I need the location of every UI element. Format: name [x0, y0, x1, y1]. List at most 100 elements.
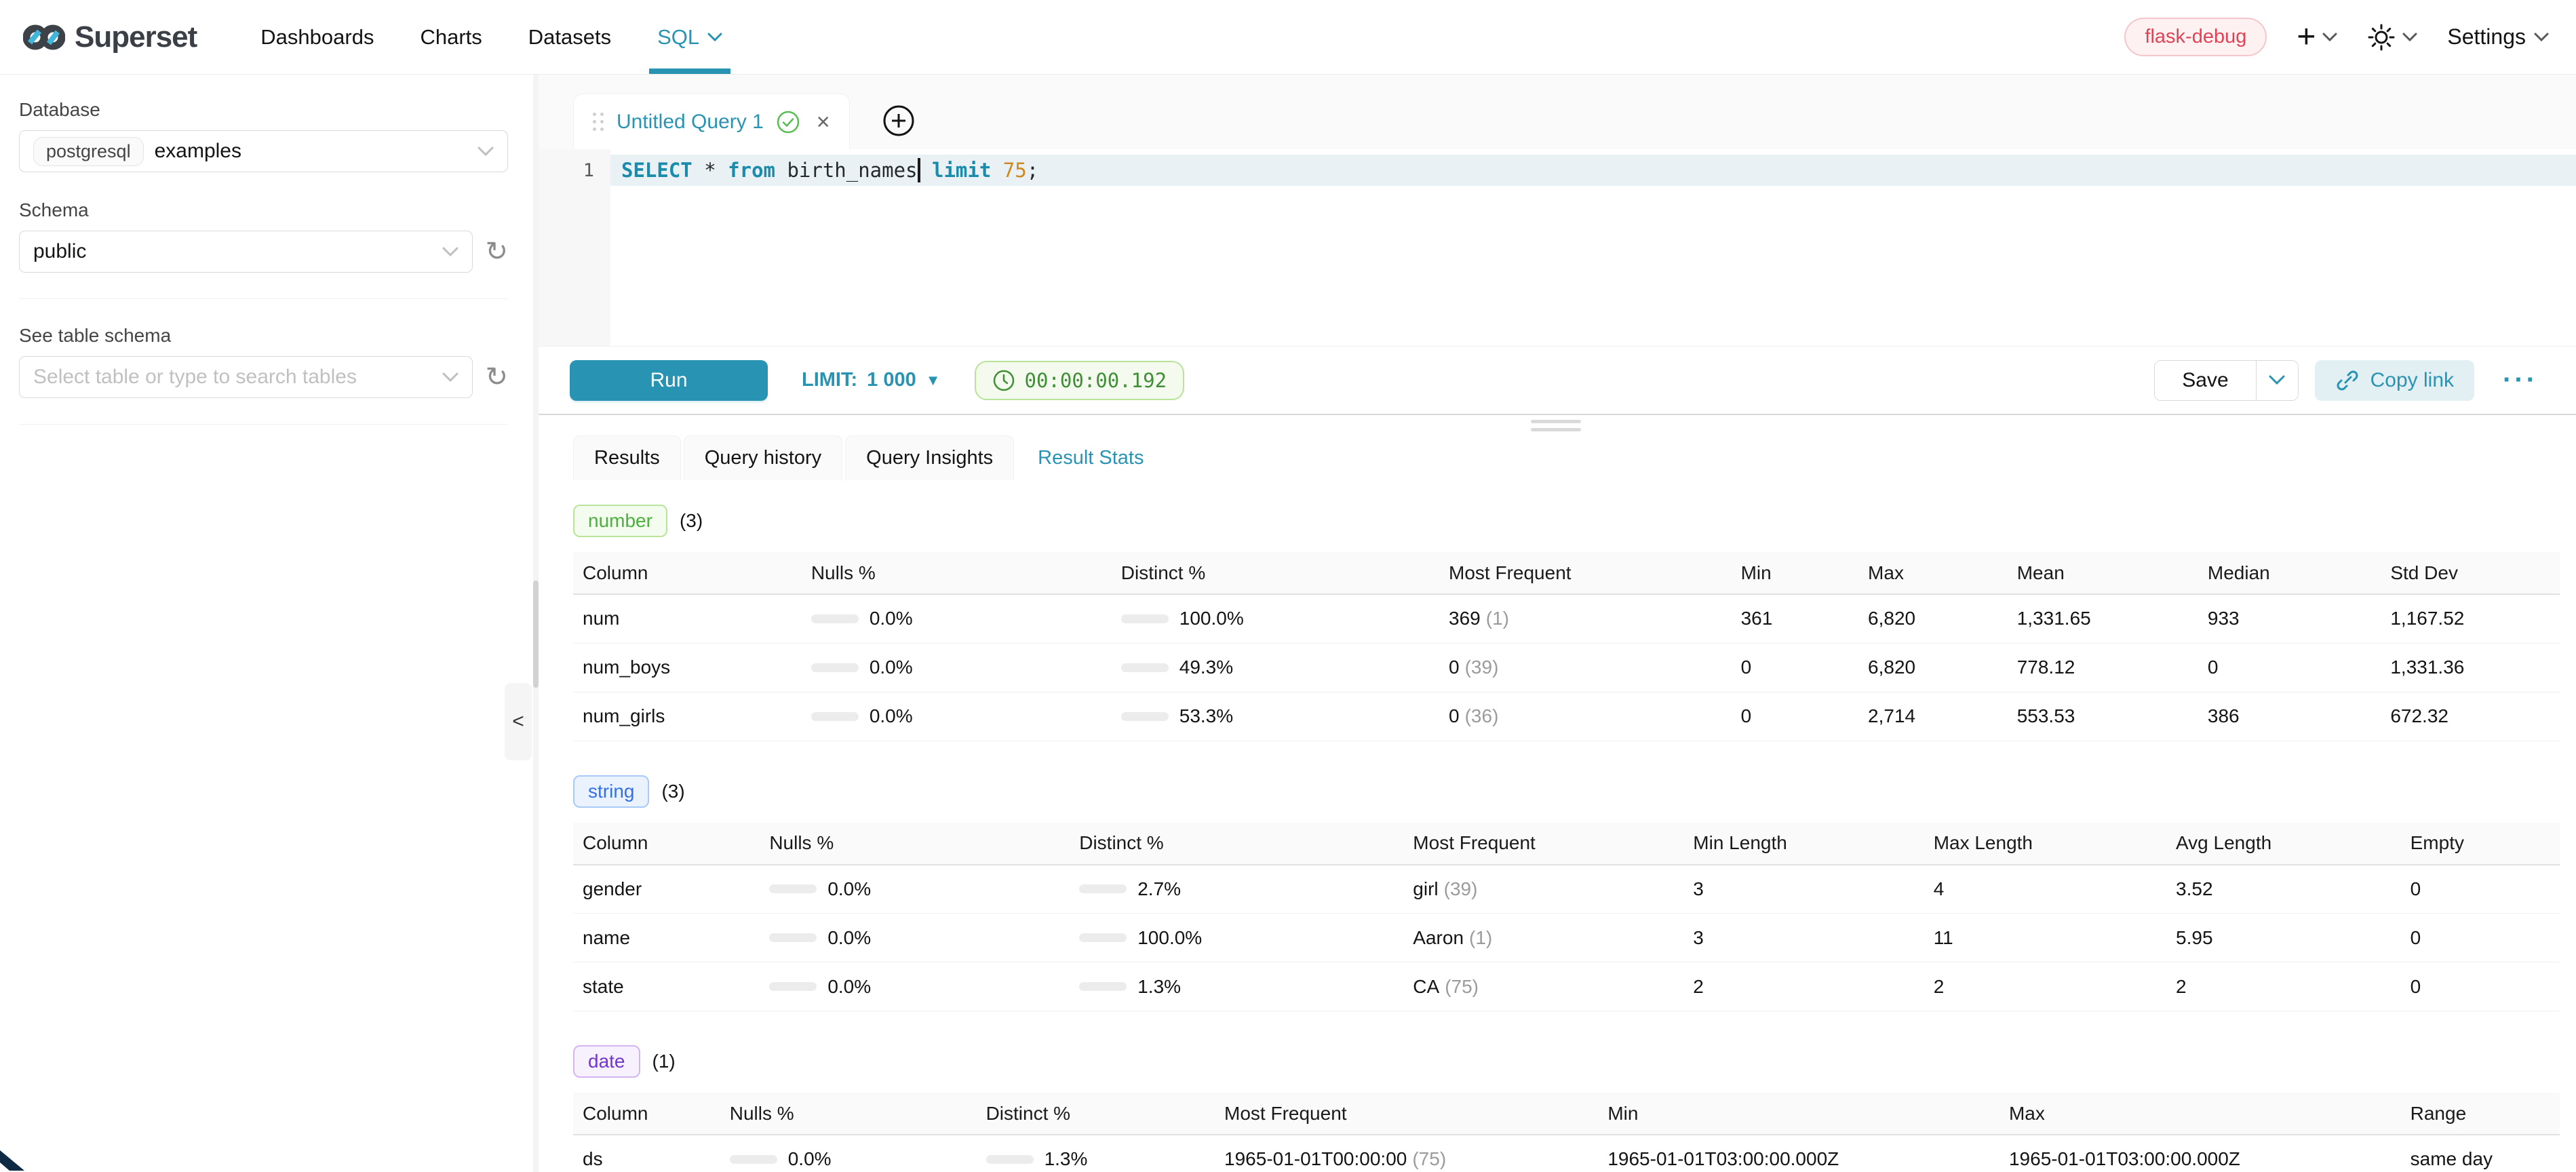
superset-brand[interactable]: Superset	[23, 20, 197, 54]
column-header: Max Length	[1924, 823, 2166, 865]
column-count: (1)	[652, 1051, 676, 1072]
close-tab-icon[interactable]: ×	[817, 111, 830, 134]
percent-value: 49.3%	[1179, 657, 1233, 678]
result-tabs: ResultsQuery historyQuery InsightsResult…	[536, 435, 2576, 480]
code-token: birth_names	[775, 159, 918, 182]
schema-select[interactable]: public	[19, 231, 473, 273]
refresh-tables-icon[interactable]: ↻	[485, 364, 508, 391]
stat-cell: 1965-01-01T03:00:00.000Z	[1598, 1135, 1999, 1172]
nav-item-label: SQL	[657, 25, 699, 50]
code-token: from	[728, 159, 775, 182]
stats-section-date: date(1)ColumnNulls %Distinct %Most Frequ…	[573, 1045, 2560, 1172]
scrollbar-thumb[interactable]	[533, 581, 539, 688]
cell-value: 369	[1449, 608, 1481, 629]
navbar: Superset DashboardsChartsDatasetsSQL fla…	[0, 0, 2576, 75]
stat-cell: 386	[2198, 692, 2381, 741]
code-token	[920, 159, 932, 182]
nav-item-sql[interactable]: SQL	[634, 0, 745, 74]
stat-cell: 100.0%	[1070, 914, 1403, 962]
percent-value: 0.0%	[827, 878, 871, 900]
sql-editor[interactable]: 1 SELECT * from birth_names limit 75;	[536, 149, 2576, 346]
timer-value: 00:00:00.192	[1025, 369, 1167, 392]
clock-icon	[992, 369, 1015, 392]
limit-dropdown[interactable]: LIMIT: 1 000 ▼	[802, 369, 941, 391]
run-button[interactable]: Run	[570, 360, 768, 401]
sql-code-line[interactable]: SELECT * from birth_names limit 75;	[621, 155, 1038, 186]
table-header-row: ColumnNulls %Distinct %Most FrequentMin …	[573, 823, 2560, 865]
save-options-button[interactable]	[2256, 361, 2298, 400]
result-stats-panel: number(3)ColumnNulls %Distinct %Most Fre…	[536, 480, 2576, 1172]
stat-cell: 1,167.52	[2381, 594, 2560, 643]
result-tab-result-stats[interactable]: Result Stats	[1017, 435, 1165, 480]
cell-value: state	[583, 976, 624, 997]
caret-down-icon: ▼	[926, 372, 941, 389]
result-tab-results[interactable]: Results	[573, 435, 681, 480]
more-actions-button[interactable]: ···	[2503, 365, 2538, 395]
refresh-schema-icon[interactable]: ↻	[485, 238, 508, 265]
stat-cell: 2,714	[1858, 692, 2008, 741]
cell-value: 0	[1449, 705, 1460, 726]
stat-cell: 553.53	[2008, 692, 2198, 741]
drag-handle-icon[interactable]	[593, 113, 604, 132]
stat-cell: 778.12	[2008, 643, 2198, 692]
chevron-down-icon	[477, 146, 494, 157]
table-select-input[interactable]	[33, 366, 431, 389]
cell-value: 5.95	[2176, 927, 2213, 948]
type-badge-date: date	[573, 1045, 640, 1078]
column-header: Avg Length	[2166, 823, 2401, 865]
check-circle-icon	[776, 110, 800, 134]
copy-link-button[interactable]: Copy link	[2315, 360, 2474, 401]
result-tab-query-history[interactable]: Query history	[684, 435, 842, 480]
sidebar-divider	[19, 298, 508, 299]
query-tab[interactable]: Untitled Query 1 ×	[573, 94, 850, 149]
percent-bar	[1079, 933, 1127, 942]
stat-cell: 361	[1732, 594, 1858, 643]
panel-resize-handle[interactable]	[536, 415, 2576, 435]
percent-value: 100.0%	[1137, 927, 1202, 949]
nav-items: Dashboards Charts Datasets SQL	[237, 0, 745, 74]
stat-cell: 933	[2198, 594, 2381, 643]
type-badge-number: number	[573, 505, 667, 537]
stats-table-number: ColumnNulls %Distinct %Most FrequentMinM…	[573, 552, 2560, 741]
column-header: Max	[1858, 552, 2008, 594]
percent-bar	[769, 884, 817, 893]
percent-bar	[769, 982, 817, 991]
nav-item-charts[interactable]: Charts	[397, 0, 505, 74]
code-token: 75	[1003, 159, 1027, 182]
percent-bar	[769, 933, 817, 942]
stat-cell: num_boys	[573, 643, 802, 692]
nav-item-dashboards[interactable]: Dashboards	[237, 0, 397, 74]
chevron-down-icon	[442, 247, 458, 257]
cell-value: num	[583, 608, 619, 629]
new-item-button[interactable]: +	[2297, 21, 2337, 54]
stat-cell: 0	[1732, 692, 1858, 741]
cell-count-muted: (39)	[1465, 657, 1499, 678]
percent-bar	[1121, 712, 1169, 721]
nav-item-datasets[interactable]: Datasets	[505, 0, 634, 74]
cell-value: 0	[1741, 705, 1752, 726]
sidebar-scrollbar[interactable]	[533, 75, 539, 1172]
collapse-sidebar-button[interactable]: <	[505, 683, 532, 760]
cell-value: 386	[2208, 705, 2240, 726]
column-header: Distinct %	[1112, 552, 1439, 594]
nav-item-label: Charts	[420, 25, 482, 50]
settings-menu[interactable]: Settings	[2447, 24, 2549, 50]
cell-value: 1965-01-01T03:00:00.000Z	[1607, 1148, 1839, 1169]
type-badge-string: string	[573, 775, 649, 808]
cell-value: 1,331.65	[2017, 608, 2091, 629]
percent-value: 1.3%	[1045, 1148, 1088, 1170]
table-select[interactable]	[19, 356, 473, 398]
cell-value: name	[583, 927, 630, 948]
column-header: Nulls %	[802, 552, 1112, 594]
cell-value: 778.12	[2017, 657, 2075, 678]
cell-value: girl	[1413, 878, 1438, 899]
theme-toggle-button[interactable]	[2367, 23, 2417, 52]
cell-value: 2	[1934, 976, 1945, 997]
result-tab-query-insights[interactable]: Query Insights	[845, 435, 1014, 480]
save-button[interactable]: Save	[2155, 361, 2255, 400]
cell-count-muted: (75)	[1445, 976, 1479, 997]
new-query-tab-button[interactable]	[882, 104, 915, 137]
cell-value: 0	[2411, 976, 2421, 997]
line-number: 1	[536, 155, 594, 186]
database-select[interactable]: postgresql examples	[19, 130, 508, 172]
